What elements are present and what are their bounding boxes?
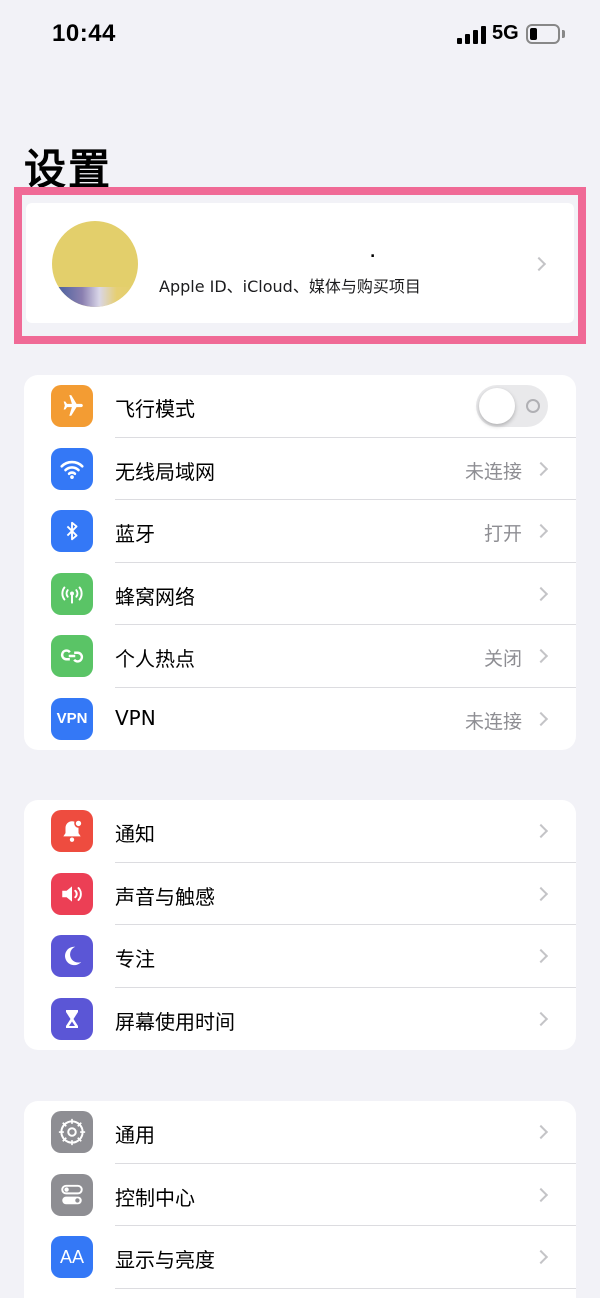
profile-name: . <box>370 245 376 261</box>
notifications-group: 通知 声音与触感 专注 屏幕使用时间 <box>24 800 576 1050</box>
wifi-icon <box>51 447 93 490</box>
sound-icon <box>51 872 93 915</box>
chevron-right-icon <box>533 523 549 539</box>
settings-row-control-center[interactable]: 控制中心 <box>24 1164 576 1226</box>
battery-icon <box>526 24 560 44</box>
row-value: 未连接 <box>464 710 522 733</box>
row-label: 蓝牙 <box>115 522 155 546</box>
avatar <box>52 221 138 307</box>
chevron-right-icon <box>533 1011 549 1026</box>
notification-icon <box>51 810 93 852</box>
row-label: 显示与亮度 <box>115 1248 215 1272</box>
chevron-right-icon <box>533 886 549 901</box>
cellular-signal-icon <box>457 26 487 44</box>
settings-row-airplane-mode[interactable]: 飞行模式 <box>24 375 576 438</box>
settings-row-vpn[interactable]: VPN VPN 未连接 <box>24 688 576 751</box>
chevron-right-icon <box>533 711 549 726</box>
settings-row-wifi[interactable]: 无线局域网 未连接 <box>24 438 576 500</box>
row-label: 飞行模式 <box>115 397 195 421</box>
row-label: VPN <box>115 705 156 730</box>
chevron-right-icon <box>533 648 549 664</box>
vpn-icon: VPN <box>51 697 93 740</box>
battery-fill <box>530 28 537 40</box>
hotspot-icon <box>51 635 93 677</box>
connectivity-group: 飞行模式 无线局域网 未连接 蓝牙 打开 蜂窝网络 个人热点 关闭 VPN VP… <box>24 375 576 750</box>
moon-icon <box>51 935 93 977</box>
airplane-mode-toggle[interactable] <box>476 385 548 427</box>
row-value: 关闭 <box>483 648 522 670</box>
chevron-right-icon <box>533 823 549 839</box>
status-bar: 10:44 5G <box>0 0 600 70</box>
row-value: 打开 <box>483 523 522 545</box>
status-time: 10:44 <box>52 20 116 47</box>
row-label: 蜂窝网络 <box>115 584 195 609</box>
row-label: 屏幕使用时间 <box>115 1009 235 1034</box>
chevron-right-icon <box>531 256 547 272</box>
settings-row-bluetooth[interactable]: 蓝牙 打开 <box>24 500 576 563</box>
row-label: 控制中心 <box>115 1185 195 1210</box>
settings-row-sounds-haptics[interactable]: 声音与触感 <box>24 863 576 925</box>
row-label: 无线局域网 <box>115 459 215 484</box>
settings-row-cellular[interactable]: 蜂窝网络 <box>24 563 576 625</box>
row-label: 通用 <box>115 1123 155 1147</box>
settings-row-general[interactable]: 通用 <box>24 1101 576 1164</box>
profile-subtitle: Apple ID、iCloud、媒体与购买项目 <box>159 277 421 296</box>
chevron-right-icon <box>533 1187 549 1202</box>
settings-row-notifications[interactable]: 通知 <box>24 800 576 863</box>
toggle-knob <box>479 388 515 424</box>
chevron-right-icon <box>533 1124 549 1140</box>
settings-row-focus[interactable]: 专注 <box>24 925 576 988</box>
chevron-right-icon <box>533 1249 549 1265</box>
row-label: 通知 <box>115 822 155 846</box>
battery-cap <box>562 30 565 38</box>
apple-id-profile-row[interactable]: . Apple ID、iCloud、媒体与购买项目 <box>26 203 574 323</box>
gear-icon <box>51 1111 93 1153</box>
hourglass-icon <box>51 997 93 1040</box>
chevron-right-icon <box>533 461 549 476</box>
toggle-off-indicator <box>526 399 540 413</box>
settings-row-personal-hotspot[interactable]: 个人热点 关闭 <box>24 625 576 688</box>
control-center-icon <box>51 1173 93 1216</box>
general-group: 通用 控制中心 AA 显示与亮度 <box>24 1101 576 1298</box>
settings-row-display-brightness[interactable]: AA 显示与亮度 <box>24 1226 576 1289</box>
row-value: 未连接 <box>464 460 522 483</box>
row-label: 个人热点 <box>115 647 195 671</box>
bluetooth-icon <box>51 510 93 552</box>
display-icon: AA <box>51 1236 93 1278</box>
row-label: 声音与触感 <box>115 884 215 909</box>
chevron-right-icon <box>533 948 549 964</box>
cellular-icon <box>51 572 93 615</box>
settings-row-screen-time[interactable]: 屏幕使用时间 <box>24 988 576 1051</box>
chevron-right-icon <box>533 586 549 601</box>
row-label: 专注 <box>115 947 155 971</box>
network-type: 5G <box>492 22 519 44</box>
airplane-icon <box>51 385 93 427</box>
